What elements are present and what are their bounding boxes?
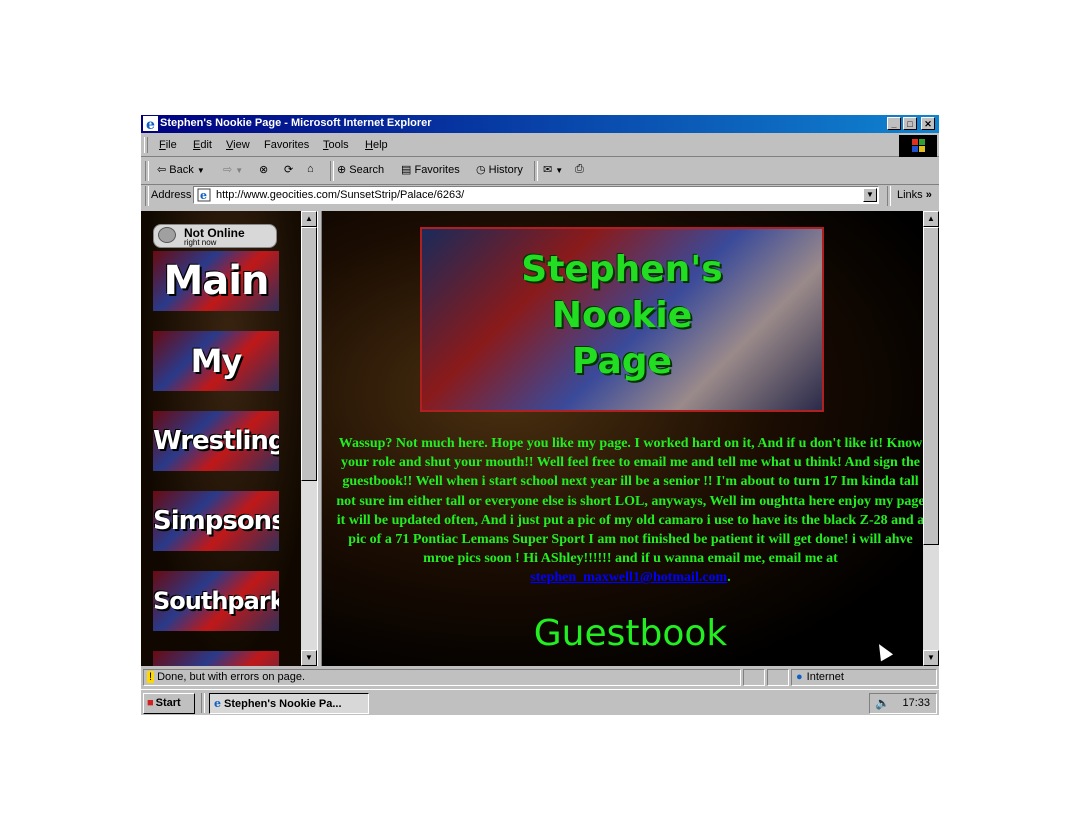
scroll-down-button[interactable]: ▼ xyxy=(301,650,317,666)
start-button[interactable]: ■ Start xyxy=(143,693,195,714)
mail-button[interactable]: ✉ ▼ xyxy=(543,163,563,176)
page-icon: e xyxy=(197,188,211,202)
stop-button[interactable]: ⊗ xyxy=(259,163,268,176)
window-title: Stephen's Nookie Page - Microsoft Intern… xyxy=(160,117,432,129)
nav-simpsons[interactable]: Simpsons xyxy=(153,491,279,551)
menu-favorites[interactable]: Favorites xyxy=(264,139,309,151)
favorites-icon: ▤ xyxy=(401,164,412,176)
status-face-icon xyxy=(158,227,176,243)
forward-button[interactable]: ⇨ ▼ xyxy=(223,163,243,176)
home-button[interactable]: ⌂ xyxy=(307,163,314,175)
nav-southpark[interactable]: Southpark xyxy=(153,571,279,631)
history-button[interactable]: ◷ History xyxy=(476,163,523,176)
menu-help[interactable]: Help xyxy=(365,139,388,151)
toolbar-grip[interactable] xyxy=(145,161,149,181)
banner-line-1: Stephen's xyxy=(521,249,723,290)
address-bar: Address e http://www.geocities.com/Sunse… xyxy=(141,185,939,207)
stop-icon: ⊗ xyxy=(259,164,269,176)
print-icon: ⎙ xyxy=(575,163,584,175)
system-tray: 🔈 17:33 xyxy=(869,693,937,714)
windows-logo-icon xyxy=(899,135,937,157)
status-panel-empty xyxy=(743,669,765,686)
scroll-thumb[interactable] xyxy=(923,227,939,545)
taskbar-ie-window[interactable]: e Stephen's Nookie Pa... xyxy=(209,693,369,714)
address-dropdown-button[interactable]: ▼ xyxy=(863,188,877,202)
address-label: Address xyxy=(151,189,192,201)
favorites-button[interactable]: ▤ Favorites xyxy=(401,163,460,176)
close-button[interactable]: ✕ xyxy=(921,117,935,130)
clock[interactable]: 17:33 xyxy=(902,697,930,709)
search-button[interactable]: ⊕ Search xyxy=(337,163,384,176)
online-status-badge: Not Online right now xyxy=(153,224,277,248)
maximize-button[interactable]: □ xyxy=(903,117,917,130)
nav-next-item[interactable] xyxy=(153,651,279,666)
internet-explorer-icon: e xyxy=(214,697,221,710)
main-frame: Stephen's Nookie Page Wassup? Not much h… xyxy=(322,211,939,666)
intro-text: Wassup? Not much here. Hope you like my … xyxy=(336,436,925,586)
window-titlebar[interactable]: e Stephen's Nookie Page - Microsoft Inte… xyxy=(141,115,939,133)
search-icon: ⊕ xyxy=(337,164,347,176)
chevron-right-icon: » xyxy=(925,189,932,201)
globe-icon: ● xyxy=(796,671,803,683)
back-button[interactable]: ⇦ Back ▼ xyxy=(157,163,205,176)
address-url: http://www.geocities.com/SunsetStrip/Pal… xyxy=(216,189,465,201)
chevron-down-icon: ▼ xyxy=(196,166,205,175)
scroll-thumb[interactable] xyxy=(301,227,317,481)
menu-edit[interactable]: Edit xyxy=(193,139,212,151)
menu-view[interactable]: View xyxy=(226,139,250,151)
links-grip[interactable] xyxy=(887,186,891,206)
guestbook-link[interactable]: Guestbook xyxy=(322,613,939,654)
content-area: Not Online right now Main My Pics Wrestl… xyxy=(141,211,939,666)
banner-line-3: Page xyxy=(572,341,672,382)
menu-tools[interactable]: Tools xyxy=(323,139,349,151)
taskbar-grip xyxy=(201,693,205,713)
scroll-up-button[interactable]: ▲ xyxy=(301,211,317,227)
chevron-down-icon: ▼ xyxy=(235,166,244,175)
scroll-up-button[interactable]: ▲ xyxy=(923,211,939,227)
minimize-button[interactable]: _ xyxy=(887,117,901,130)
standard-toolbar: ⇦ Back ▼ ⇨ ▼ ⊗ ⟳ ⌂ ⊕ Search ▤ Favorites … xyxy=(141,158,939,185)
internet-explorer-icon: e xyxy=(143,116,158,131)
refresh-button[interactable]: ⟳ xyxy=(284,163,293,176)
home-icon: ⌂ xyxy=(307,163,314,175)
speaker-icon[interactable]: 🔈 xyxy=(875,696,890,710)
toolbar-separator xyxy=(330,161,334,181)
chevron-down-icon: ▼ xyxy=(555,166,564,175)
email-link[interactable]: stephen_maxwell1@hotmail.com xyxy=(530,570,727,585)
nav-main[interactable]: Main xyxy=(153,251,279,311)
address-input[interactable]: e http://www.geocities.com/SunsetStrip/P… xyxy=(193,186,879,204)
menu-file[interactable]: File xyxy=(159,139,177,151)
svg-text:e: e xyxy=(146,117,155,131)
scroll-down-button[interactable]: ▼ xyxy=(923,650,939,666)
warning-icon: ! xyxy=(147,671,155,683)
menu-grip[interactable] xyxy=(144,137,148,153)
screen: e Stephen's Nookie Page - Microsoft Inte… xyxy=(141,115,939,715)
taskbar: ■ Start e Stephen's Nookie Pa... 🔈 17:33 xyxy=(141,689,939,716)
svg-text:e: e xyxy=(200,189,207,202)
nav-wrestling[interactable]: Wrestling xyxy=(153,411,279,471)
toolbar-separator xyxy=(534,161,538,181)
print-button[interactable]: ⎙ xyxy=(575,163,584,176)
menu-bar: File Edit View Favorites Tools Help xyxy=(141,134,939,157)
mail-icon: ✉ xyxy=(543,164,553,176)
page-banner: Stephen's Nookie Page xyxy=(420,227,824,412)
status-bar: ! Done, but with errors on page. ● Interne… xyxy=(141,668,939,688)
nav-my-pics[interactable]: My Pics xyxy=(153,331,279,391)
links-button[interactable]: Links » xyxy=(897,189,932,201)
status-message-panel[interactable]: ! Done, but with errors on page. xyxy=(143,669,741,686)
banner-line-2: Nookie xyxy=(551,295,693,336)
forward-arrow-icon: ⇨ xyxy=(223,164,233,176)
back-arrow-icon: ⇦ xyxy=(157,164,167,176)
left-frame-scrollbar[interactable]: ▲ ▼ xyxy=(301,211,317,666)
security-zone-panel[interactable]: ● Internet xyxy=(791,669,937,686)
status-panel-empty xyxy=(767,669,789,686)
history-icon: ◷ xyxy=(476,164,486,176)
main-frame-scrollbar[interactable]: ▲ ▼ xyxy=(923,211,939,666)
left-frame: Not Online right now Main My Pics Wrestl… xyxy=(141,211,317,666)
windows-flag-icon: ■ xyxy=(147,697,154,709)
refresh-icon: ⟳ xyxy=(284,164,294,176)
address-grip[interactable] xyxy=(145,186,149,206)
